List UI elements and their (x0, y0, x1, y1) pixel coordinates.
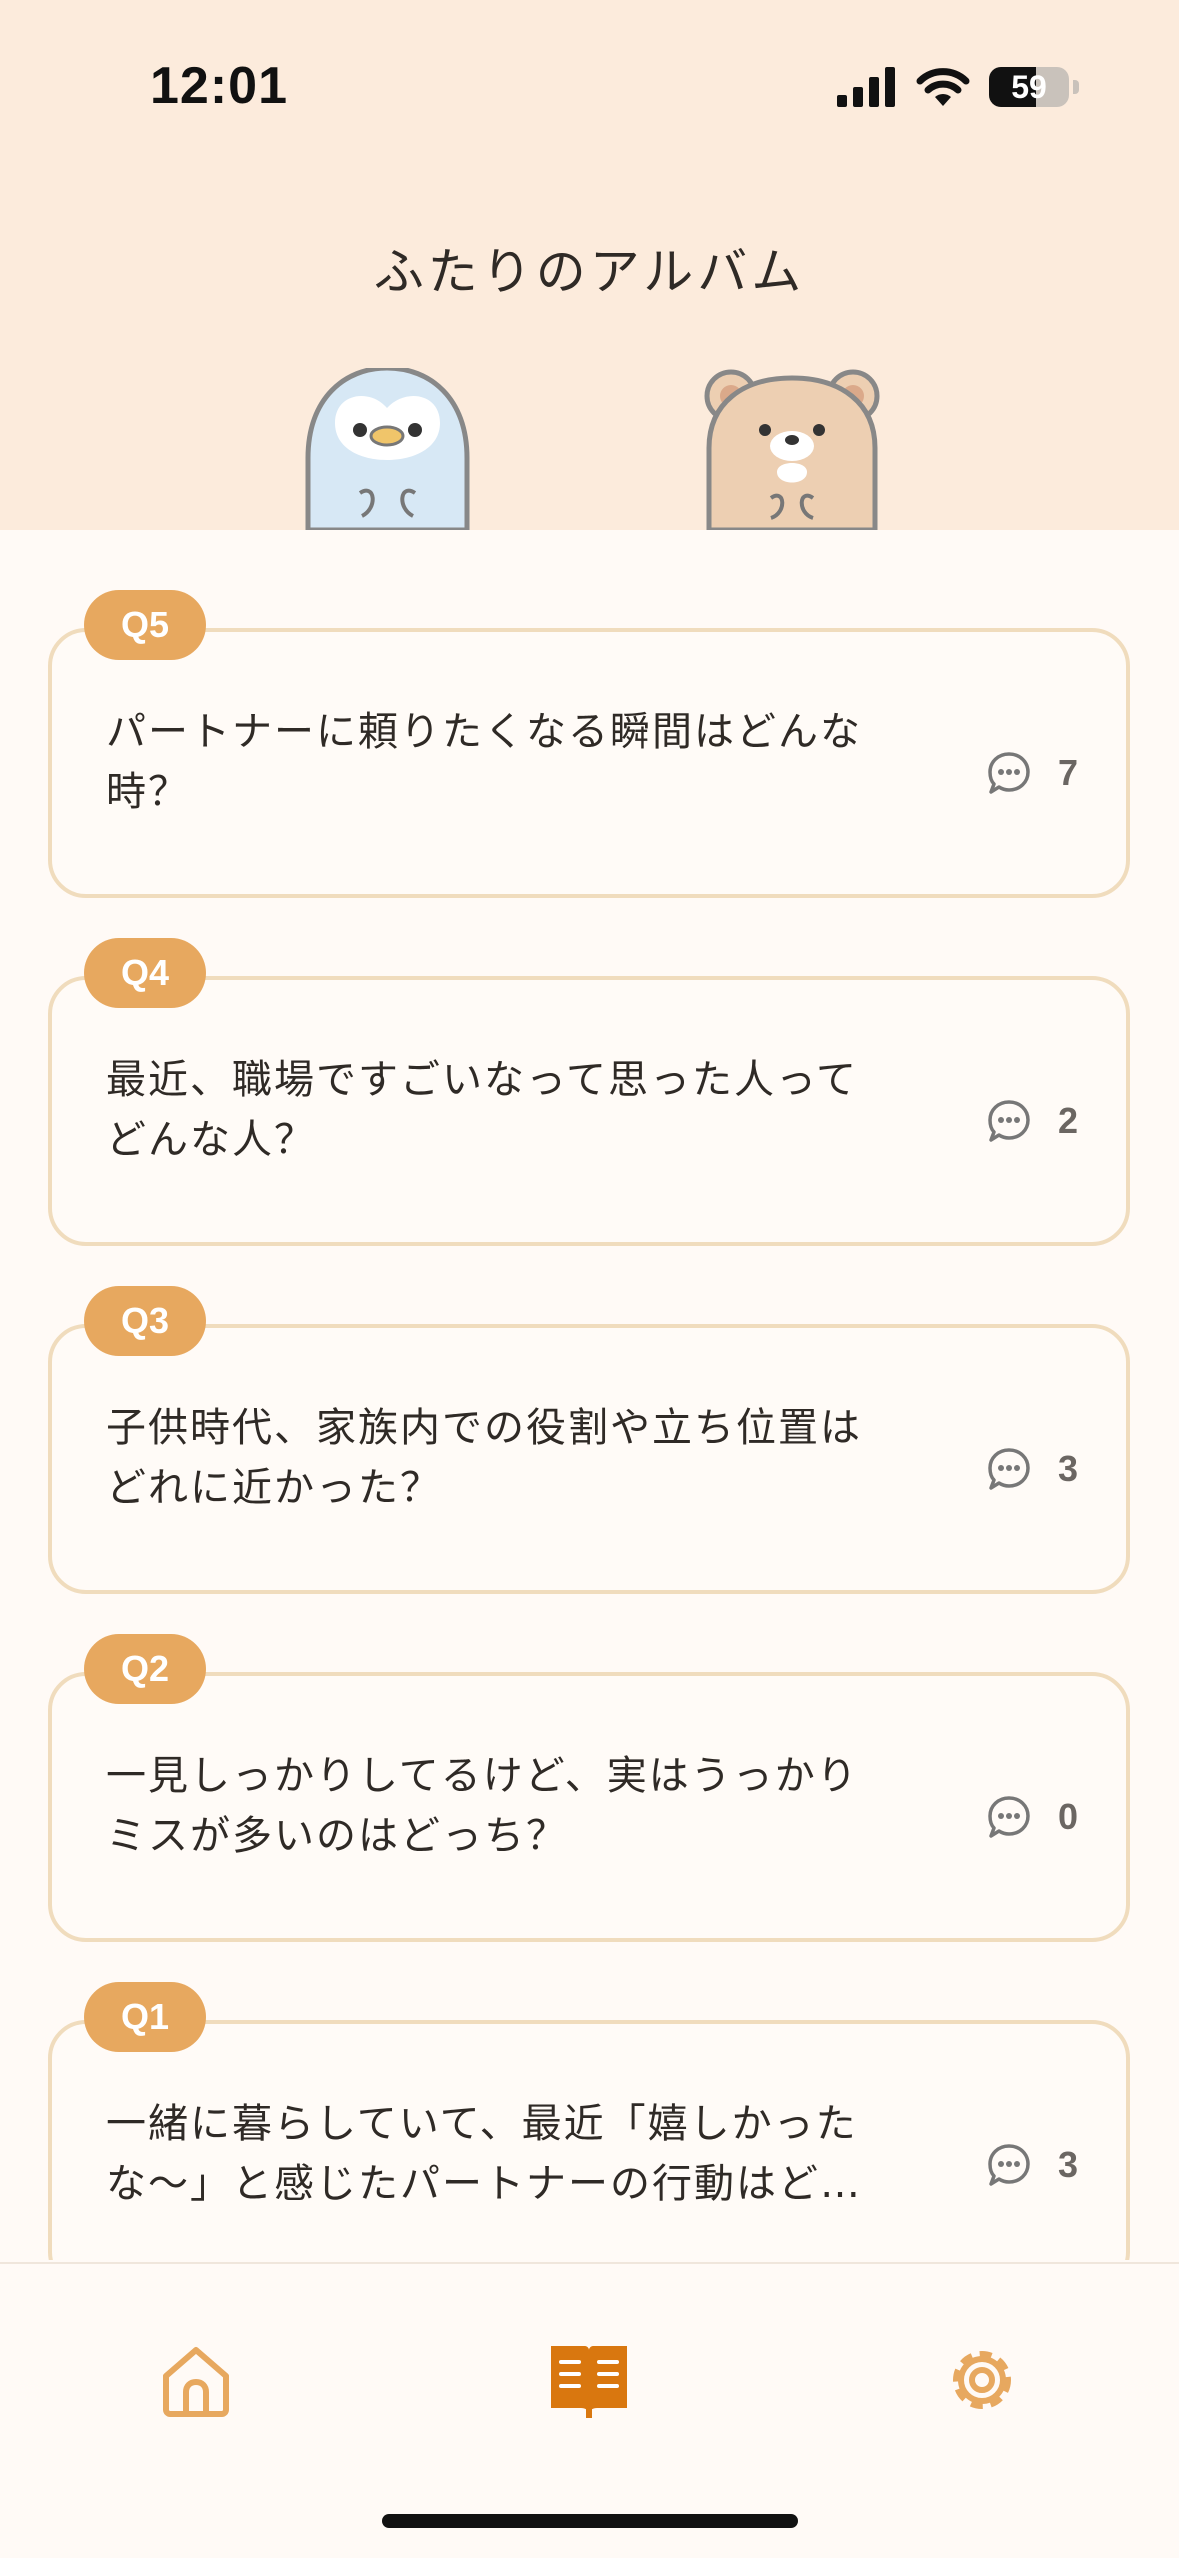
wifi-icon (916, 68, 970, 106)
comment-meta: 2 (986, 1098, 1078, 1144)
battery-level: 59 (1011, 69, 1047, 105)
question-list: Q5 パートナーに頼りたくなる瞬間はどんな 時？ 7 Q4 最近、職場ですごいな… (0, 530, 1179, 2260)
card-body: 子供時代、家族内での役割や立ち位置は どれに近かった？ 3 (48, 1324, 1130, 1594)
page-title: ふたりのアルバム (373, 243, 806, 301)
status-icons: 59 (837, 62, 1079, 112)
comment-meta: 3 (986, 1446, 1078, 1492)
question-text: 子供時代、家族内での役割や立ち位置は どれに近かった？ (106, 1405, 862, 1511)
comment-meta: 0 (986, 1794, 1078, 1840)
penguin-mascot (305, 368, 470, 530)
question-text: 一緒に暮らしていて、最近「嬉しかった な〜」と感じたパートナーの行動はど… (106, 2101, 862, 2207)
card-body: 一見しっかりしてるけど、実はうっかり ミスが多いのはどっち？ 0 (48, 1672, 1130, 1942)
bear-mascot (704, 369, 880, 530)
comment-count: 7 (1057, 752, 1078, 793)
question-card[interactable]: Q5 パートナーに頼りたくなる瞬間はどんな 時？ 7 (48, 590, 1130, 898)
comment-meta: 3 (986, 2142, 1078, 2188)
battery-indicator: 59 (989, 67, 1069, 107)
gear-icon (953, 2351, 1011, 2409)
question-badge: Q5 (84, 590, 206, 660)
card-body: 一緒に暮らしていて、最近「嬉しかった な〜」と感じたパートナーの行動はど… 3 (48, 2020, 1130, 2260)
home-indicator (382, 2514, 798, 2528)
question-badge: Q1 (84, 1982, 206, 2052)
speech-bubble-icon (988, 2144, 1030, 2186)
question-badge: Q2 (84, 1634, 206, 1704)
comment-meta: 7 (986, 750, 1078, 796)
comment-count: 2 (1057, 1100, 1078, 1141)
question-card[interactable]: Q1 一緒に暮らしていて、最近「嬉しかった な〜」と感じたパートナーの行動はど…… (48, 1982, 1130, 2260)
speech-bubble-icon (988, 1796, 1030, 1838)
question-text: パートナーに頼りたくなる瞬間はどんな 時？ (106, 709, 862, 815)
tab-home[interactable] (136, 2320, 256, 2440)
card-body: 最近、職場ですごいなって思った人って どんな人？ 2 (48, 976, 1130, 1246)
header: 12:01 59 ふたりのアルバム (0, 0, 1179, 530)
question-badge: Q3 (84, 1286, 206, 1356)
question-card[interactable]: Q3 子供時代、家族内での役割や立ち位置は どれに近かった？ 3 (48, 1286, 1130, 1594)
book-icon (551, 2346, 627, 2418)
status-bar: 12:01 59 (0, 0, 1179, 170)
comment-count: 3 (1057, 2144, 1078, 2185)
question-text: 一見しっかりしてるけど、実はうっかり ミスが多いのはどっち？ (106, 1753, 859, 1859)
tab-album[interactable] (529, 2320, 649, 2440)
status-time: 12:01 (150, 57, 288, 115)
home-icon (163, 2347, 229, 2417)
speech-bubble-icon (988, 752, 1030, 794)
speech-bubble-icon (988, 1100, 1030, 1142)
card-body: パートナーに頼りたくなる瞬間はどんな 時？ 7 (48, 628, 1130, 898)
signal-icon (837, 67, 895, 107)
comment-count: 0 (1057, 1796, 1078, 1837)
speech-bubble-icon (988, 1448, 1030, 1490)
question-card[interactable]: Q2 一見しっかりしてるけど、実はうっかり ミスが多いのはどっち？ 0 (48, 1634, 1130, 1942)
comment-count: 3 (1057, 1448, 1078, 1489)
question-card[interactable]: Q4 最近、職場ですごいなって思った人って どんな人？ 2 (48, 938, 1130, 1246)
tab-settings[interactable] (922, 2320, 1042, 2440)
question-badge: Q4 (84, 938, 206, 1008)
question-text: 最近、職場ですごいなって思った人って どんな人？ (106, 1057, 858, 1163)
